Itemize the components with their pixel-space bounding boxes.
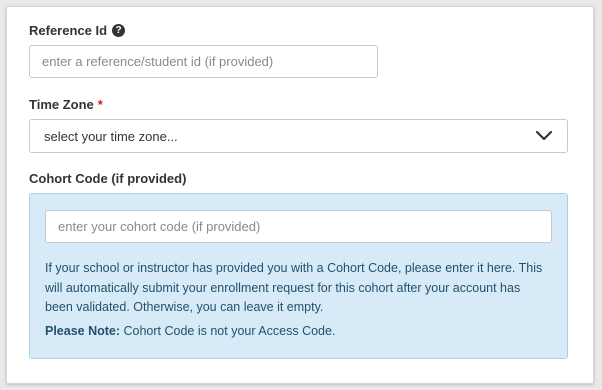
time-zone-select[interactable]: select your time zone...: [29, 119, 568, 153]
time-zone-selected-value: select your time zone...: [44, 128, 178, 144]
reference-id-input[interactable]: [29, 45, 378, 78]
time-zone-label-text: Time Zone: [29, 97, 94, 112]
reference-id-label: Reference Id ?: [29, 23, 126, 38]
question-circle-icon[interactable]: ?: [112, 24, 126, 37]
note-label: Please Note:: [45, 324, 121, 338]
cohort-info-text: If your school or instructor has provide…: [45, 261, 543, 314]
cohort-note: Please Note: Cohort Code is not your Acc…: [45, 324, 335, 338]
chevron-down-icon: [535, 130, 553, 141]
cohort-code-label: Cohort Code (if provided): [29, 171, 186, 186]
cohort-code-label-text: Cohort Code (if provided): [29, 171, 187, 186]
required-mark: *: [97, 97, 103, 112]
note-text: Cohort Code is not your Access Code.: [120, 324, 336, 338]
cohort-info-box: If your school or instructor has provide…: [29, 193, 568, 359]
time-zone-label: Time Zone *: [29, 97, 103, 112]
reference-id-label-text: Reference Id: [29, 23, 108, 38]
cohort-code-input[interactable]: [45, 210, 552, 243]
form-card: Reference Id ? Time Zone * select your t…: [6, 6, 594, 384]
